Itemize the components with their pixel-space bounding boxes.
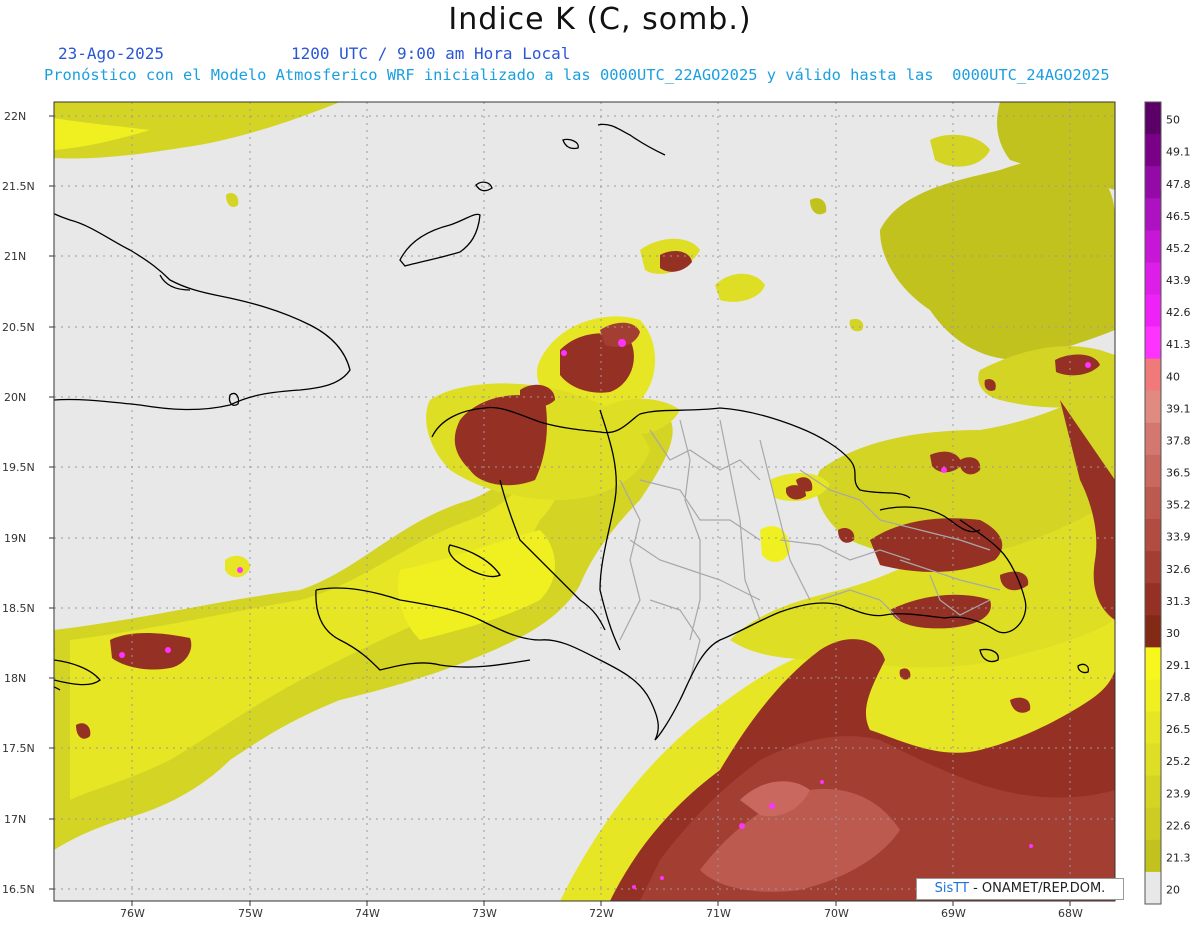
lat-label: 18N bbox=[4, 672, 26, 685]
credit-text: - ONAMET/REP.DOM. bbox=[968, 881, 1106, 896]
colorbar-label: 22.6 bbox=[1166, 819, 1191, 832]
weather-map: 22N 21.5N 21N 20.5N 20N 19.5N 19N 18.5N … bbox=[2, 101, 1191, 920]
lon-label: 68W bbox=[1058, 907, 1083, 920]
lat-label: 19N bbox=[4, 532, 26, 545]
colorbar-swatch bbox=[1145, 583, 1161, 616]
colorbar-label: 40 bbox=[1166, 370, 1180, 383]
longitude-axis: 76W 75W 74W 73W 72W 71W 70W 69W 68W bbox=[120, 901, 1083, 920]
colorbar-swatch bbox=[1145, 294, 1161, 328]
colorbar-swatch bbox=[1145, 647, 1161, 680]
colorbar-swatch bbox=[1145, 551, 1161, 584]
colorbar-label: 37.8 bbox=[1166, 434, 1191, 447]
colorbar-label: 32.6 bbox=[1166, 563, 1191, 576]
colorbar-swatch bbox=[1145, 486, 1161, 520]
colorbar-swatch bbox=[1145, 711, 1161, 745]
colorbar-swatch bbox=[1145, 519, 1161, 552]
colorbar-swatch bbox=[1145, 743, 1161, 777]
colorbar-swatch bbox=[1145, 198, 1161, 231]
colorbar-swatch bbox=[1145, 679, 1161, 713]
colorbar-swatch bbox=[1145, 454, 1161, 488]
colorbar-swatch bbox=[1145, 102, 1161, 135]
colorbar-label: 27.8 bbox=[1166, 691, 1191, 704]
lat-label: 21N bbox=[4, 250, 26, 263]
colorbar-label: 20 bbox=[1166, 884, 1180, 897]
lat-label: 19.5N bbox=[2, 461, 35, 474]
colorbar-swatch bbox=[1145, 807, 1161, 841]
lat-label: 20.5N bbox=[2, 321, 35, 334]
colorbar-swatch bbox=[1145, 615, 1161, 648]
lon-label: 73W bbox=[472, 907, 497, 920]
colorbar-swatch bbox=[1145, 422, 1161, 456]
colorbar-label: 42.6 bbox=[1166, 306, 1191, 319]
lat-label: 20N bbox=[4, 391, 26, 404]
lat-label: 18.5N bbox=[2, 602, 35, 615]
lon-label: 71W bbox=[706, 907, 731, 920]
latitude-axis: 22N 21.5N 21N 20.5N 20N 19.5N 19N 18.5N … bbox=[2, 110, 54, 896]
colorbar-label: 29.1 bbox=[1166, 659, 1191, 672]
colorbar-label: 35.2 bbox=[1166, 499, 1191, 512]
lat-label: 17N bbox=[4, 813, 26, 826]
colorbar-label: 50 bbox=[1166, 114, 1180, 127]
colorbar-label: 41.3 bbox=[1166, 338, 1191, 351]
colorbar-swatch bbox=[1145, 230, 1161, 263]
lat-label: 16.5N bbox=[2, 883, 35, 896]
colorbar-label: 23.9 bbox=[1166, 787, 1191, 800]
colorbar-label: 43.9 bbox=[1166, 274, 1191, 287]
colorbar-swatch bbox=[1145, 134, 1161, 167]
colorbar-swatch bbox=[1145, 358, 1161, 392]
colorbar-swatch bbox=[1145, 775, 1161, 809]
lat-label: 21.5N bbox=[2, 180, 35, 193]
colorbar-label: 33.9 bbox=[1166, 531, 1191, 544]
lat-label: 22N bbox=[4, 110, 26, 123]
colorbar-swatch bbox=[1145, 839, 1161, 873]
colorbar-label: 31.3 bbox=[1166, 595, 1191, 608]
credit-brand: SisTT bbox=[934, 881, 969, 896]
colorbar-swatch bbox=[1145, 326, 1161, 360]
colorbar-label: 39.1 bbox=[1166, 402, 1191, 415]
colorbar-label: 45.2 bbox=[1166, 242, 1191, 255]
lon-label: 72W bbox=[589, 907, 614, 920]
colorbar-label: 49.1 bbox=[1166, 146, 1191, 159]
lon-label: 70W bbox=[824, 907, 849, 920]
colorbar: 50 49.1 47.8 46.5 45.2 43.9 42.6 41.3 40 39.1 37.8… bbox=[1144, 101, 1191, 905]
colorbar-swatch bbox=[1145, 871, 1161, 905]
lon-label: 75W bbox=[238, 907, 263, 920]
colorbar-label: 47.8 bbox=[1166, 178, 1191, 191]
colorbar-swatch bbox=[1145, 166, 1161, 199]
lon-label: 76W bbox=[120, 907, 145, 920]
colorbar-label: 46.5 bbox=[1166, 210, 1191, 223]
colorbar-swatch bbox=[1145, 262, 1161, 295]
colorbar-swatch bbox=[1145, 390, 1161, 424]
colorbar-label: 30 bbox=[1166, 627, 1180, 640]
colorbar-label: 21.3 bbox=[1166, 851, 1191, 864]
lon-label: 69W bbox=[941, 907, 966, 920]
lat-label: 17.5N bbox=[2, 742, 35, 755]
credit-box: SisTT - ONAMET/REP.DOM. bbox=[916, 878, 1124, 900]
colorbar-label: 25.2 bbox=[1166, 755, 1191, 768]
colorbar-label: 26.5 bbox=[1166, 723, 1191, 736]
lon-label: 74W bbox=[355, 907, 380, 920]
colorbar-label: 36.5 bbox=[1166, 467, 1191, 480]
